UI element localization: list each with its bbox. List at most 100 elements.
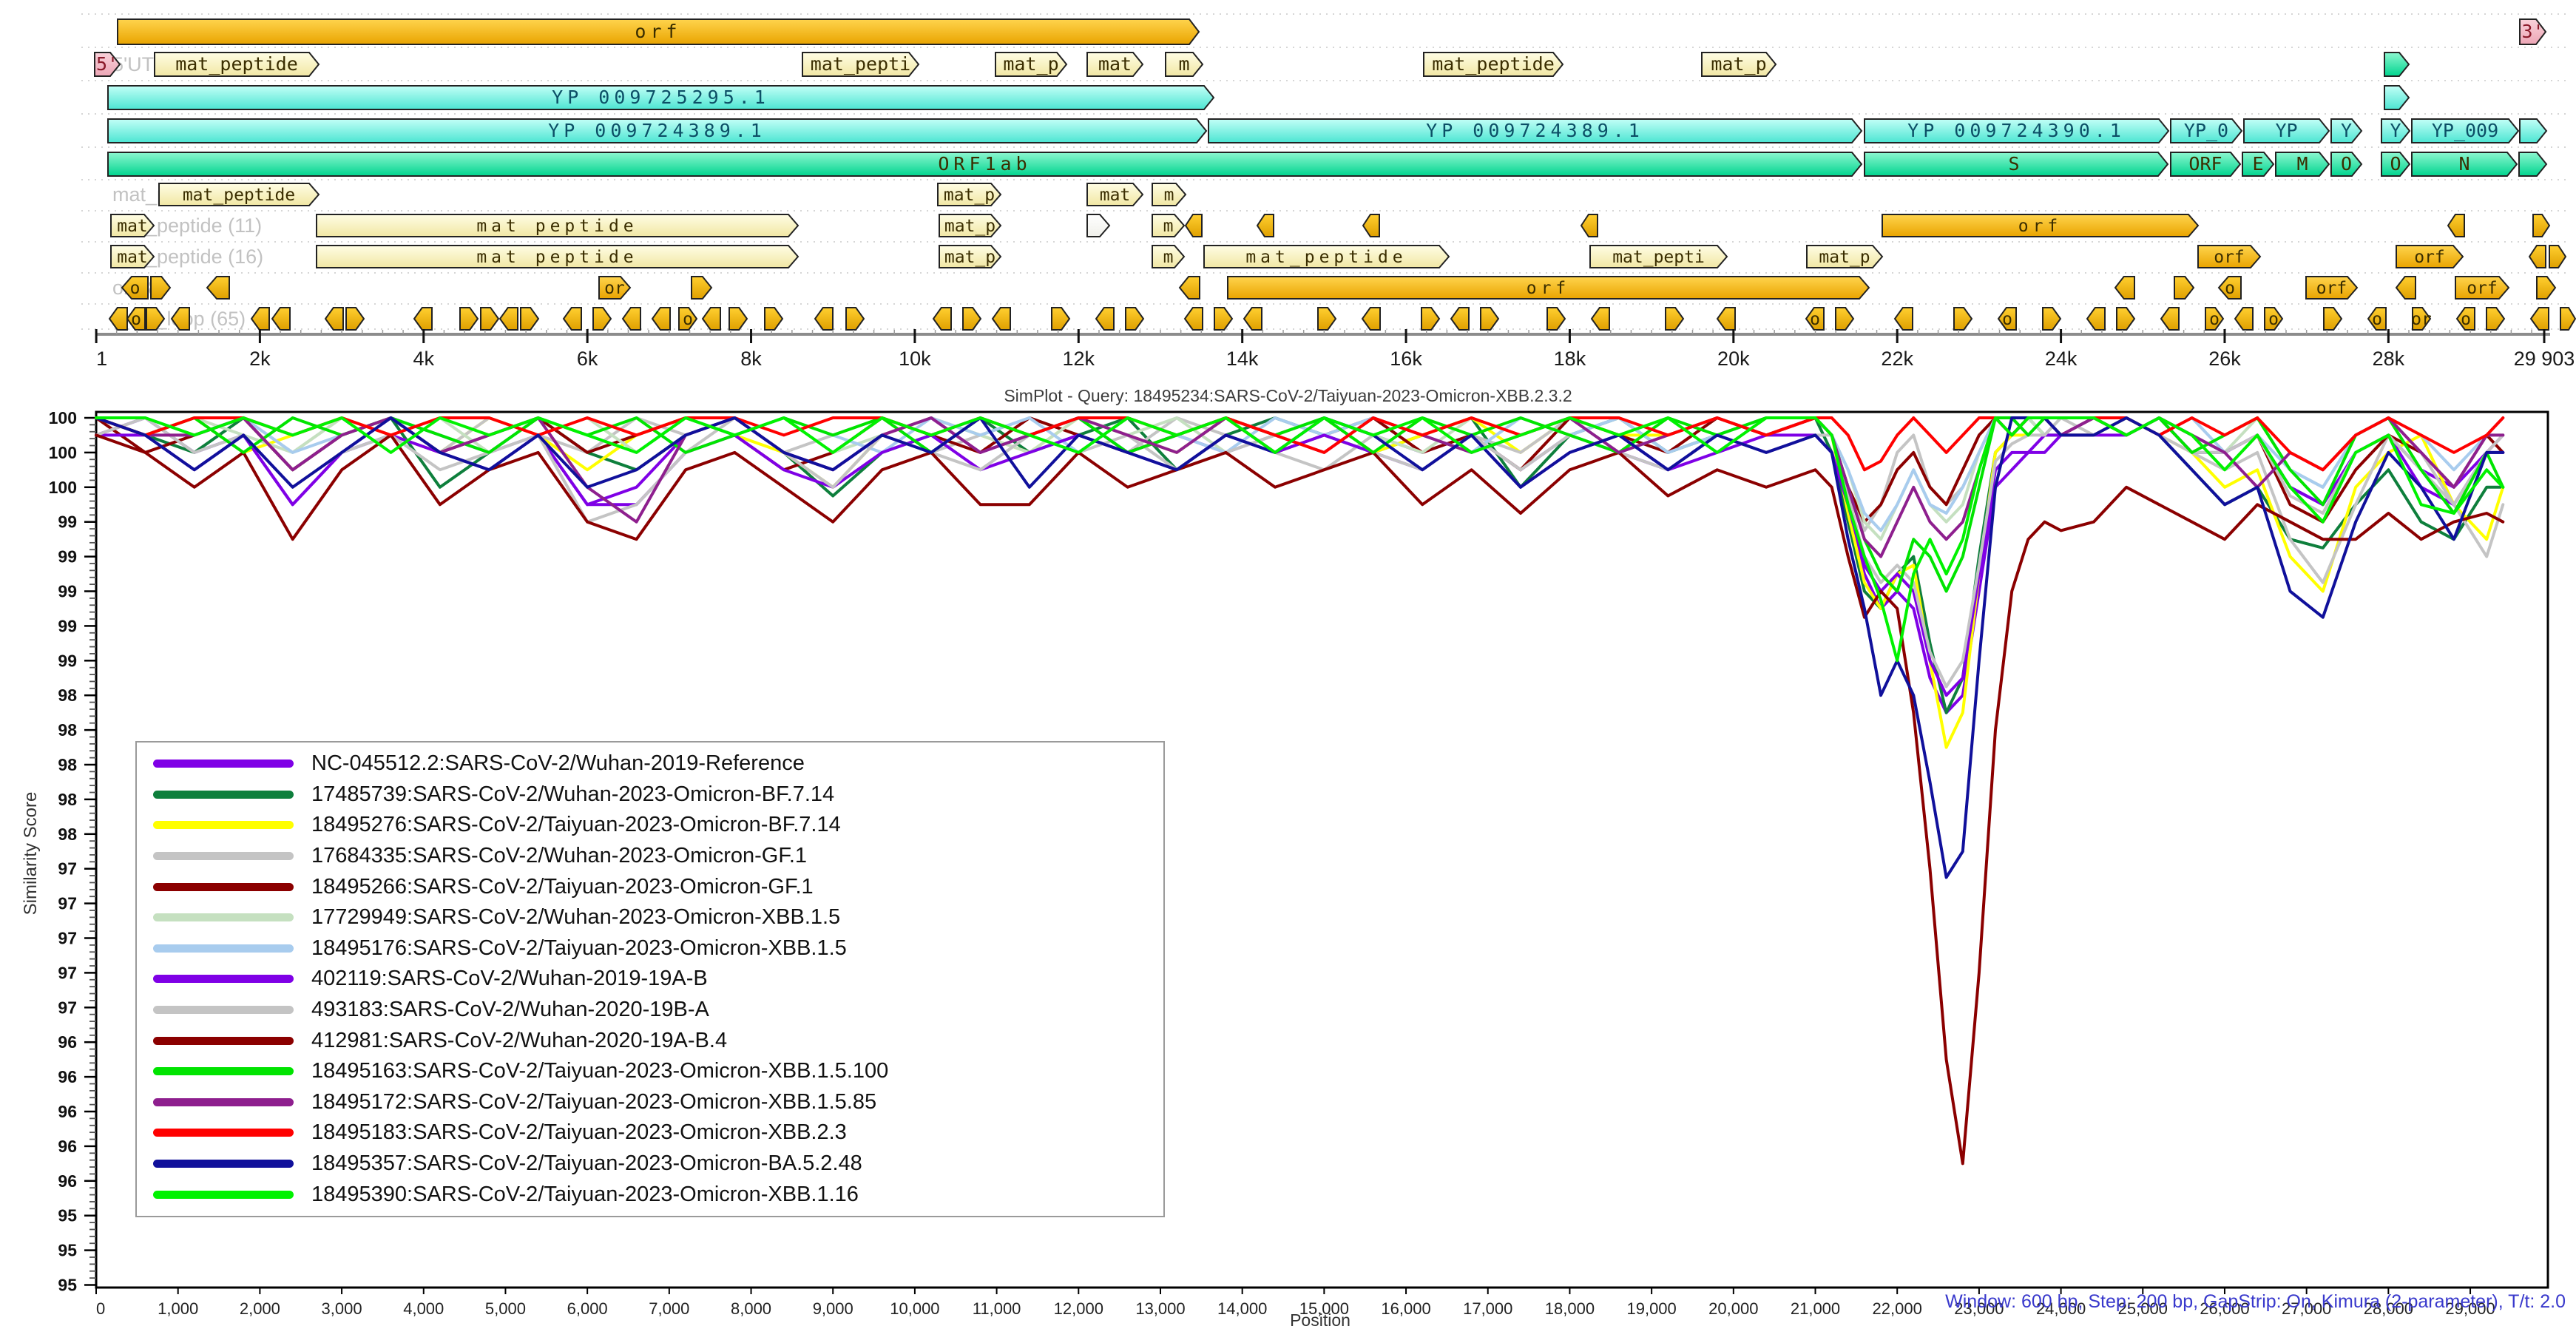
analysis-settings: Window: 600 bp, Step: 200 bp, GapStrip: … bbox=[1945, 1291, 2566, 1313]
feature-feature bbox=[1421, 308, 1439, 330]
legend-swatch bbox=[153, 1129, 294, 1137]
feature-label: mat bbox=[1098, 53, 1132, 75]
legend-item: 412981:SARS-CoV-2/Wuhan-2020-19A-B.4 bbox=[137, 1026, 1163, 1055]
feature-label: orf bbox=[635, 21, 681, 42]
y-tick-label: 97 bbox=[58, 998, 77, 1017]
feature-feature bbox=[1581, 214, 1598, 237]
y-tick-label: 96 bbox=[58, 1102, 77, 1121]
x-axis-title: Position bbox=[0, 1310, 2576, 1326]
feature-label: N bbox=[2458, 153, 2469, 175]
feature-feature bbox=[1087, 214, 1109, 237]
utr-mat-peptide-track: 5'UTR5'mat_peptidemat_peptimat_pmatmmat_… bbox=[95, 53, 2409, 76]
y-tick-label: 97 bbox=[58, 929, 77, 948]
legend-swatch bbox=[153, 883, 294, 891]
feature-feature bbox=[151, 277, 170, 299]
yp-protein-track: YP 009724389.1YP 009724389.1YP 009724390… bbox=[108, 119, 2546, 143]
feature-feature bbox=[2487, 308, 2504, 330]
y-tick-label: 96 bbox=[58, 1171, 77, 1191]
feature-feature bbox=[521, 308, 538, 330]
legend-item: 17684335:SARS-CoV-2/Wuhan-2023-Omicron-G… bbox=[137, 842, 1163, 871]
feature-label: orf bbox=[1527, 279, 1571, 298]
feature-label: o bbox=[2372, 310, 2382, 329]
legend-swatch bbox=[153, 1037, 294, 1045]
feature-label: M bbox=[2296, 153, 2308, 175]
feature-feature bbox=[2384, 86, 2409, 109]
feature-feature bbox=[1592, 308, 1609, 330]
feature-label: orf bbox=[2467, 279, 2498, 298]
feature-feature bbox=[1481, 308, 1498, 330]
legend-swatch bbox=[153, 975, 294, 983]
legend-swatch bbox=[153, 852, 294, 860]
feature-feature bbox=[963, 308, 981, 330]
feature-label: o bbox=[2002, 310, 2012, 329]
simplot-panel: SimPlot - Query: 18495234:SARS-CoV-2/Tai… bbox=[0, 370, 2576, 1326]
feature-feature bbox=[623, 308, 640, 330]
genome-annotation-panel: orf3'5'UTR5'mat_peptidemat_peptimat_pmat… bbox=[0, 0, 2576, 370]
feature-feature bbox=[1180, 277, 1200, 299]
legend-item: 402119:SARS-CoV-2/Wuhan-2019-19A-B bbox=[137, 964, 1163, 994]
gene-track: ORF1abSORFEMOON bbox=[108, 152, 2546, 176]
ruler-tick-label: 14k bbox=[1226, 348, 1259, 370]
feature-label: o bbox=[2461, 310, 2471, 329]
feature-label: orf bbox=[2018, 217, 2063, 236]
feature-label: o bbox=[2209, 310, 2220, 329]
y-tick-label: 98 bbox=[58, 790, 77, 809]
feature-feature bbox=[346, 308, 364, 330]
feature-feature bbox=[2087, 308, 2105, 330]
legend-swatch bbox=[153, 1006, 294, 1014]
feature-label: mat bbox=[117, 248, 148, 267]
mat-peptide-track-a: mat_peptidemat_peptidemat_pmatm bbox=[112, 183, 1186, 206]
feature-feature bbox=[2520, 119, 2546, 143]
legend-item: 18495183:SARS-CoV-2/Taiyuan-2023-Omicron… bbox=[137, 1118, 1163, 1148]
feature-feature bbox=[2174, 277, 2194, 299]
feature-feature bbox=[2161, 308, 2179, 330]
ruler-tick-label: 18k bbox=[1554, 348, 1586, 370]
feature-label: mat_p bbox=[944, 217, 995, 236]
feature-label: mat_pepti bbox=[1612, 248, 1705, 267]
feature-feature bbox=[1096, 308, 1114, 330]
legend-swatch bbox=[153, 1067, 294, 1075]
feature-feature bbox=[933, 308, 951, 330]
orf-track: orf3' bbox=[118, 19, 2546, 44]
feature-feature bbox=[2533, 214, 2549, 237]
feature-label: mat_peptide bbox=[1245, 248, 1407, 267]
feature-label: YP 009724389.1 bbox=[548, 120, 766, 141]
legend-label: 18495176:SARS-CoV-2/Taiyuan-2023-Omicron… bbox=[311, 936, 847, 961]
feature-feature bbox=[2519, 152, 2546, 176]
feature-feature bbox=[1257, 214, 1274, 237]
feature-feature bbox=[1666, 308, 1683, 330]
legend-swatch bbox=[153, 913, 294, 921]
feature-feature bbox=[593, 308, 611, 330]
y-tick-label: 98 bbox=[58, 755, 77, 774]
feature-label: O bbox=[2341, 153, 2352, 175]
legend-item: 18495390:SARS-CoV-2/Taiyuan-2023-Omicron… bbox=[137, 1180, 1163, 1209]
y-tick-label: 98 bbox=[58, 686, 77, 705]
feature-label: orf bbox=[2214, 248, 2245, 267]
feature-feature bbox=[1547, 308, 1565, 330]
legend-label: 18495266:SARS-CoV-2/Taiyuan-2023-Omicron… bbox=[311, 875, 814, 899]
ruler-tick-label: 12k bbox=[1063, 348, 1095, 370]
feature-feature bbox=[729, 308, 747, 330]
legend-label: 18495276:SARS-CoV-2/Taiyuan-2023-Omicron… bbox=[311, 813, 841, 837]
feature-feature bbox=[692, 277, 711, 299]
y-tick-label: 97 bbox=[58, 963, 77, 982]
y-tick-label: 99 bbox=[58, 547, 77, 566]
feature-label: 5' bbox=[96, 53, 118, 75]
feature-feature bbox=[1954, 308, 1972, 330]
feature-feature bbox=[703, 308, 720, 330]
y-tick-label: 100 bbox=[49, 478, 77, 497]
y-tick-label: 96 bbox=[58, 1137, 77, 1156]
feature-label: orf bbox=[2316, 279, 2347, 298]
feature-feature bbox=[1186, 214, 1202, 237]
feature-label: mat_p bbox=[1819, 248, 1870, 267]
feature-label: YP 009724390.1 bbox=[1907, 120, 2126, 141]
feature-label: YP bbox=[2275, 120, 2297, 141]
legend-item: 18495163:SARS-CoV-2/Taiyuan-2023-Omicron… bbox=[137, 1057, 1163, 1086]
simplot-application-window: orf3'5'UTR5'mat_peptidemat_peptimat_pmat… bbox=[0, 0, 2576, 1326]
feature-feature bbox=[1052, 308, 1069, 330]
feature-label: mat peptide bbox=[476, 248, 638, 267]
y-tick-label: 100 bbox=[49, 443, 77, 462]
feature-label: o bbox=[2268, 310, 2279, 329]
feature-feature bbox=[2384, 53, 2409, 76]
feature-feature bbox=[1362, 308, 1380, 330]
